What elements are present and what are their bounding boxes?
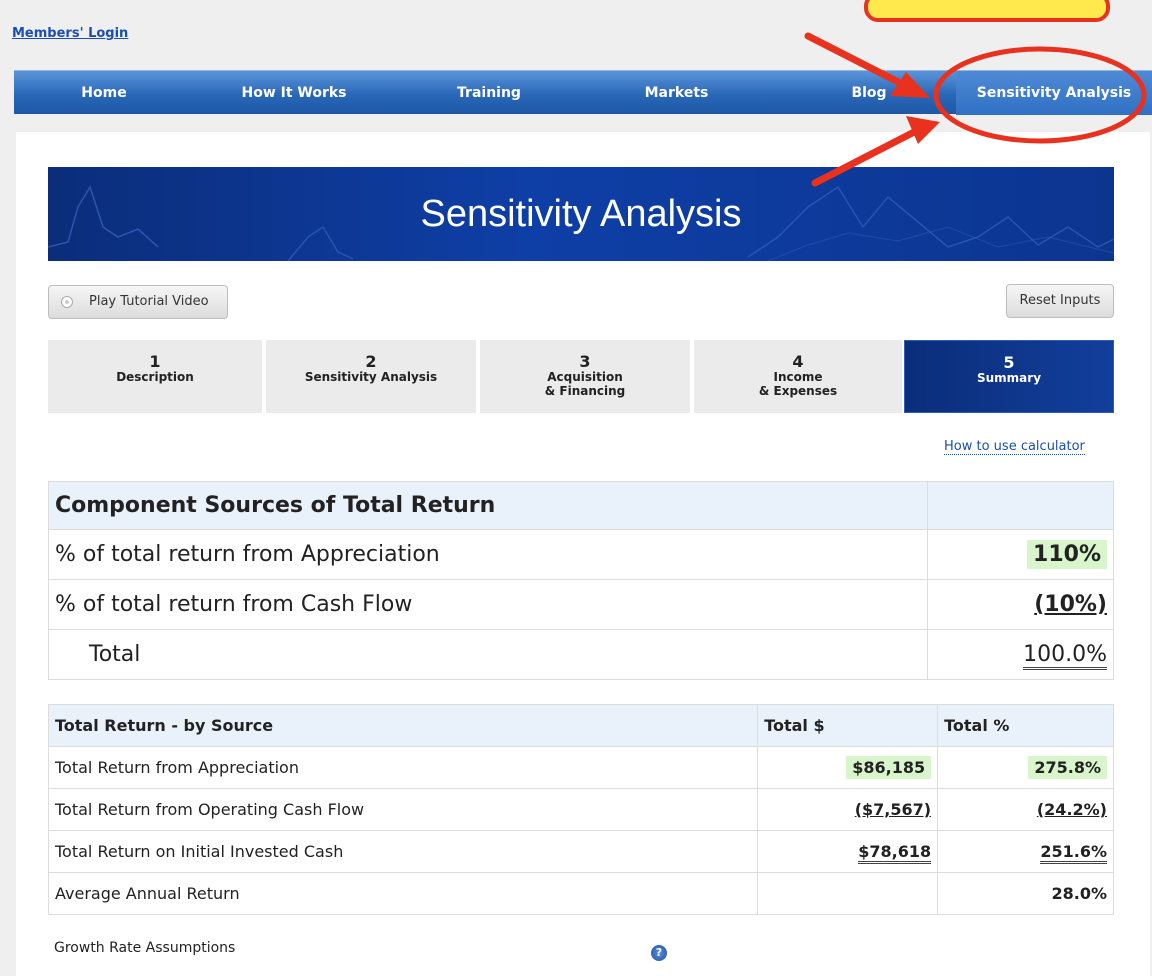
step-tab-income-expenses[interactable]: 4 Income & Expenses bbox=[694, 340, 902, 413]
step-tab-description[interactable]: 1 Description bbox=[48, 340, 262, 413]
nav-how-it-works[interactable]: How It Works bbox=[234, 71, 354, 115]
dollars-value: $86,185 bbox=[846, 756, 932, 779]
table-row: Total Return on Initial Invested Cash $7… bbox=[47, 830, 1114, 873]
play-tutorial-label: Play Tutorial Video bbox=[89, 294, 209, 309]
dollars-cell bbox=[757, 872, 939, 915]
members-login-link[interactable]: Members' Login bbox=[12, 26, 128, 41]
how-to-use-calculator-link[interactable]: How to use calculator bbox=[944, 439, 1085, 455]
reset-inputs-button[interactable]: Reset Inputs bbox=[1006, 284, 1114, 318]
percent-cell: (24.2%) bbox=[937, 788, 1114, 831]
step-tab-sensitivity-analysis[interactable]: 2 Sensitivity Analysis bbox=[266, 340, 476, 413]
step-tab-summary[interactable]: 5 Summary bbox=[904, 340, 1114, 413]
step-label: Income & Expenses bbox=[758, 370, 838, 398]
step-number: 5 bbox=[1003, 353, 1015, 372]
row-label: Total Return from Appreciation bbox=[47, 746, 759, 789]
nav-sensitivity-analysis[interactable]: Sensitivity Analysis bbox=[956, 71, 1152, 115]
total-share-value: 100.0% bbox=[1023, 642, 1107, 670]
table-header-row: Component Sources of Total Return bbox=[48, 481, 1114, 530]
growth-rate-assumptions-heading: Growth Rate Assumptions bbox=[54, 940, 236, 956]
step-tab-acquisition-financing[interactable]: 3 Acquisition & Financing bbox=[480, 340, 690, 413]
nav-blog[interactable]: Blog bbox=[824, 71, 914, 115]
component-sources-table: Component Sources of Total Return % of t… bbox=[48, 481, 1114, 680]
dollars-cell: $86,185 bbox=[757, 746, 939, 789]
step-label: Description bbox=[116, 370, 194, 384]
total-return-by-source-table: Total Return - by Source Total $ Total %… bbox=[47, 704, 1114, 915]
row-value-cell: (10%) bbox=[927, 579, 1114, 630]
page-title: Sensitivity Analysis bbox=[420, 193, 742, 235]
step-number: 2 bbox=[365, 352, 377, 371]
table-row: Average Annual Return 28.0% bbox=[47, 872, 1114, 915]
nav-home[interactable]: Home bbox=[54, 71, 154, 115]
step-number: 1 bbox=[149, 352, 161, 371]
row-value-cell: 100.0% bbox=[927, 629, 1114, 680]
table-header-row: Total Return - by Source Total $ Total % bbox=[47, 704, 1114, 747]
play-circle-icon bbox=[61, 296, 73, 308]
table-header-cell bbox=[927, 481, 1114, 530]
row-label: % of total return from Cash Flow bbox=[48, 579, 928, 630]
step-number: 4 bbox=[792, 352, 804, 371]
dollars-cell: ($7,567) bbox=[757, 788, 939, 831]
percent-value: 275.8% bbox=[1028, 756, 1107, 779]
table-row: % of total return from Cash Flow (10%) bbox=[48, 579, 1114, 630]
table-row: Total Return from Appreciation $86,185 2… bbox=[47, 746, 1114, 789]
nav-markets[interactable]: Markets bbox=[624, 71, 729, 115]
appreciation-share-value: 110% bbox=[1027, 540, 1107, 569]
help-question-icon[interactable]: ? bbox=[651, 945, 667, 961]
row-label: Total bbox=[48, 629, 928, 680]
percent-cell: 28.0% bbox=[937, 872, 1114, 915]
step-label: Acquisition & Financing bbox=[544, 370, 626, 398]
percent-value: (24.2%) bbox=[1036, 800, 1107, 819]
dollars-value: ($7,567) bbox=[854, 800, 932, 819]
table-row: % of total return from Appreciation 110% bbox=[48, 529, 1114, 580]
column-header: Total Return - by Source bbox=[47, 704, 759, 747]
row-label: Average Annual Return bbox=[47, 872, 759, 915]
main-nav: Home How It Works Training Markets Blog … bbox=[14, 70, 1152, 115]
column-header: Total $ bbox=[757, 704, 939, 747]
table-row: Total 100.0% bbox=[48, 629, 1114, 680]
play-tutorial-button[interactable]: Play Tutorial Video bbox=[48, 285, 228, 319]
percent-cell: 275.8% bbox=[937, 746, 1114, 789]
nav-training[interactable]: Training bbox=[439, 71, 539, 115]
row-value-cell: 110% bbox=[927, 529, 1114, 580]
percent-value: 251.6% bbox=[1040, 842, 1107, 864]
cash-flow-share-value: (10%) bbox=[1034, 592, 1107, 617]
row-label: % of total return from Appreciation bbox=[48, 529, 928, 580]
step-label: Sensitivity Analysis bbox=[304, 370, 438, 384]
step-number: 3 bbox=[579, 352, 591, 371]
dollars-value: $78,618 bbox=[858, 842, 932, 864]
table-title: Component Sources of Total Return bbox=[48, 481, 928, 530]
page-banner: Sensitivity Analysis bbox=[48, 167, 1114, 261]
row-label: Total Return from Operating Cash Flow bbox=[47, 788, 759, 831]
dollars-cell: $78,618 bbox=[757, 830, 939, 873]
annotation-badge bbox=[864, 0, 1110, 22]
row-label: Total Return on Initial Invested Cash bbox=[47, 830, 759, 873]
column-header: Total % bbox=[937, 704, 1114, 747]
table-row: Total Return from Operating Cash Flow ($… bbox=[47, 788, 1114, 831]
percent-cell: 251.6% bbox=[937, 830, 1114, 873]
step-label: Summary bbox=[976, 371, 1042, 385]
